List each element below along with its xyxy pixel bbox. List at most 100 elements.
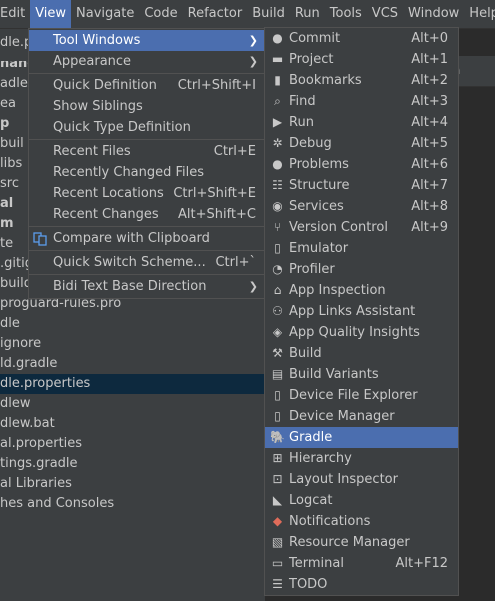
menu-item-recent-changes[interactable]: Recent Changes Alt+Shift+C xyxy=(29,204,264,225)
tree-item[interactable]: libs xyxy=(0,154,22,174)
menu-edit[interactable]: Edit xyxy=(0,0,30,28)
menu-code[interactable]: Code xyxy=(139,0,182,28)
menu-item-recent-locations[interactable]: Recent Locations Ctrl+Shift+E xyxy=(29,183,264,204)
tool-window-resource-manager[interactable]: ▧ Resource Manager xyxy=(265,532,458,553)
editor-tab-strip: dle.p xyxy=(0,29,32,61)
tool-window-app-inspection[interactable]: ⌂ App Inspection xyxy=(265,280,458,301)
tool-window-label: Notifications xyxy=(289,514,371,529)
structure-icon: ☷ xyxy=(272,178,283,192)
tool-window-layout-inspector[interactable]: ⊡ Layout Inspector xyxy=(265,469,458,490)
menu-item-quick-switch-scheme[interactable]: Quick Switch Scheme... Ctrl+` xyxy=(29,252,264,273)
tool-window-logcat[interactable]: ◣ Logcat xyxy=(265,490,458,511)
shortcut-label: Alt+4 xyxy=(411,115,448,130)
tool-window-label: Commit xyxy=(289,31,341,46)
tool-window-app-links-assistant[interactable]: ⚇ App Links Assistant xyxy=(265,301,458,322)
menu-item-recently-changed-files[interactable]: Recently Changed Files xyxy=(29,162,264,183)
menu-help[interactable]: Help xyxy=(464,0,495,28)
device-file-icon: ▯ xyxy=(274,388,281,402)
tool-window-build[interactable]: ⚒ Build xyxy=(265,343,458,364)
tool-window-bookmarks[interactable]: ▮ Bookmarks Alt+2 xyxy=(265,70,458,91)
menu-run[interactable]: Run xyxy=(290,0,325,28)
tool-window-label: Run xyxy=(289,115,314,130)
tree-item[interactable]: al xyxy=(0,194,13,214)
menu-refactor[interactable]: Refactor xyxy=(183,0,248,28)
tool-window-device-manager[interactable]: ▯ Device Manager xyxy=(265,406,458,427)
menu-separator xyxy=(29,274,264,275)
menu-navigate[interactable]: Navigate xyxy=(71,0,139,28)
tree-item[interactable]: al.properties xyxy=(0,434,82,454)
menu-separator xyxy=(29,226,264,227)
tool-window-label: Resource Manager xyxy=(289,535,410,550)
tool-window-app-quality-insights[interactable]: ◈ App Quality Insights xyxy=(265,322,458,343)
menu-item-appearance[interactable]: Appearance ❯ xyxy=(29,51,264,72)
tool-window-label: App Inspection xyxy=(289,283,386,298)
menu-item-label: Tool Windows xyxy=(53,33,141,48)
menu-tools[interactable]: Tools xyxy=(325,0,367,28)
tool-window-label: Device File Explorer xyxy=(289,388,418,403)
tool-window-services[interactable]: ◉ Services Alt+8 xyxy=(265,196,458,217)
tool-window-commit[interactable]: ● Commit Alt+0 xyxy=(265,28,458,49)
folder-icon: ▬ xyxy=(271,52,284,66)
tool-window-project[interactable]: ▬ Project Alt+1 xyxy=(265,49,458,70)
chevron-right-icon: ❯ xyxy=(248,34,258,47)
tool-window-build-variants[interactable]: ▤ Build Variants xyxy=(265,364,458,385)
tree-item[interactable]: dle xyxy=(0,314,20,334)
menu-item-recent-files[interactable]: Recent Files Ctrl+E xyxy=(29,141,264,162)
tree-item[interactable]: dlew.bat xyxy=(0,414,55,434)
tool-window-label: Debug xyxy=(289,136,332,151)
tool-window-notifications[interactable]: ◆ Notifications xyxy=(265,511,458,532)
menu-view[interactable]: View xyxy=(30,0,72,28)
shortcut-label: Alt+6 xyxy=(411,157,448,172)
tree-item[interactable]: te xyxy=(0,234,13,254)
tree-item[interactable]: p xyxy=(0,114,9,134)
tree-item[interactable]: src xyxy=(0,174,19,194)
tree-item[interactable]: ld.gradle xyxy=(0,354,57,374)
menu-vcs[interactable]: VCS xyxy=(367,0,403,28)
tree-item[interactable]: al Libraries xyxy=(0,474,72,494)
tree-item[interactable]: ea xyxy=(0,94,16,114)
tool-window-run[interactable]: ▶ Run Alt+4 xyxy=(265,112,458,133)
shortcut-label: Alt+8 xyxy=(411,199,448,214)
shortcut-label: Alt+2 xyxy=(411,73,448,88)
tool-window-hierarchy[interactable]: ⊞ Hierarchy xyxy=(265,448,458,469)
tool-window-profiler[interactable]: ◔ Profiler xyxy=(265,259,458,280)
tool-window-label: Services xyxy=(289,199,344,214)
menu-item-label: Quick Switch Scheme... xyxy=(53,255,206,270)
tool-window-device-file-explorer[interactable]: ▯ Device File Explorer xyxy=(265,385,458,406)
tree-item[interactable]: adle xyxy=(0,74,28,94)
shortcut-label: Alt+9 xyxy=(411,220,448,235)
hammer-icon: ⚒ xyxy=(272,346,283,360)
shortcut-label: Ctrl+` xyxy=(215,255,256,270)
tool-window-emulator[interactable]: ▯ Emulator xyxy=(265,238,458,259)
tool-window-label: Version Control xyxy=(289,220,388,235)
menu-item-bidi-text-base-direction[interactable]: Bidi Text Base Direction ❯ xyxy=(29,276,264,297)
tree-item[interactable]: tings.gradle xyxy=(0,454,78,474)
tree-item[interactable]: ignore xyxy=(0,334,41,354)
tree-item[interactable]: dlew xyxy=(0,394,31,414)
quality-icon: ◈ xyxy=(272,325,283,339)
profiler-icon: ◔ xyxy=(272,262,283,276)
chevron-right-icon: ❯ xyxy=(248,55,258,68)
tool-window-label: Problems xyxy=(289,157,349,172)
tool-window-terminal[interactable]: ▭ Terminal Alt+F12 xyxy=(265,553,458,574)
tree-item[interactable]: m xyxy=(0,214,14,234)
tool-window-gradle[interactable]: 🐘 Gradle xyxy=(265,427,458,448)
tool-window-debug[interactable]: ✲ Debug Alt+5 xyxy=(265,133,458,154)
menu-item-quick-definition[interactable]: Quick Definition Ctrl+Shift+I xyxy=(29,75,264,96)
tool-window-find[interactable]: ⌕ Find Alt+3 xyxy=(265,91,458,112)
tool-window-version-control[interactable]: ⑂ Version Control Alt+9 xyxy=(265,217,458,238)
tool-window-problems[interactable]: ● Problems Alt+6 xyxy=(265,154,458,175)
menu-item-compare-with-clipboard[interactable]: Compare with Clipboard xyxy=(29,228,264,249)
menu-build[interactable]: Build xyxy=(247,0,290,28)
tool-window-todo[interactable]: ☰ TODO xyxy=(265,574,458,595)
search-icon: ⌕ xyxy=(274,94,281,108)
tree-item[interactable]: dle.properties xyxy=(0,374,265,394)
menu-item-show-siblings[interactable]: Show Siblings xyxy=(29,96,264,117)
tree-item[interactable]: buil xyxy=(0,134,24,154)
menu-window[interactable]: Window xyxy=(403,0,464,28)
tool-window-structure[interactable]: ☷ Structure Alt+7 xyxy=(265,175,458,196)
vcs-icon: ⑂ xyxy=(273,220,282,234)
tree-item[interactable]: hes and Consoles xyxy=(0,494,114,514)
menu-item-tool-windows[interactable]: Tool Windows ❯ xyxy=(29,30,264,51)
menu-item-quick-type-definition[interactable]: Quick Type Definition xyxy=(29,117,264,138)
